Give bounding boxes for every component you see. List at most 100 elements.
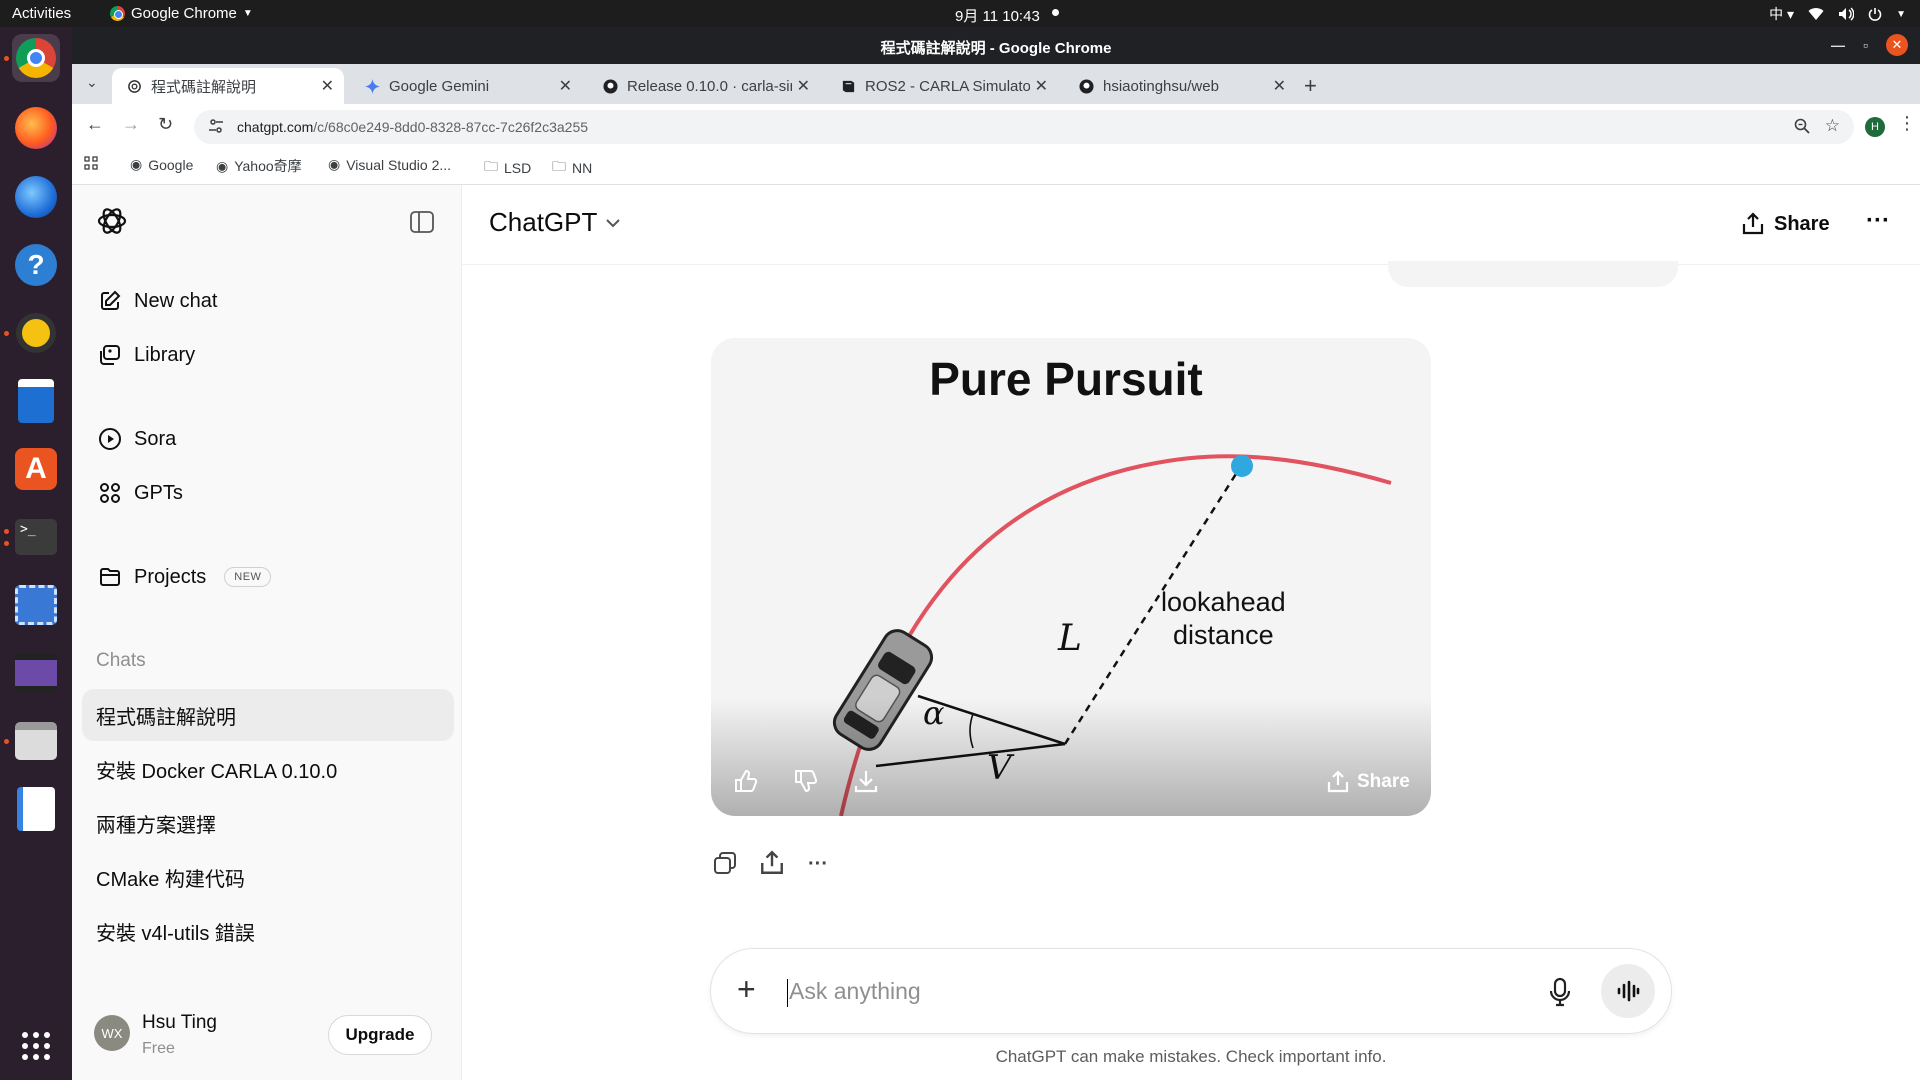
url-text: chatgpt.com/c/68c0e249-8dd0-8328-87cc-7c… (237, 119, 589, 135)
screenshot-dock-icon[interactable] (12, 581, 60, 629)
target-point (1231, 455, 1253, 477)
tab-release[interactable]: Release 0.10.0 · carla-sim ✕ (588, 68, 820, 104)
tab-github-web[interactable]: hsiaotinghsu/web ✕ (1064, 68, 1296, 104)
chat-item[interactable]: CMake 构建代码 (82, 851, 454, 903)
projects-button[interactable]: Projects NEW (98, 565, 272, 589)
running-indicator (4, 541, 9, 546)
library-button[interactable]: Library (98, 343, 195, 367)
browser-menu-icon[interactable]: ⋮ (1898, 113, 1916, 134)
scrollbar[interactable] (1910, 277, 1920, 1077)
close-tab-icon[interactable]: ✕ (1035, 76, 1048, 96)
sora-button[interactable]: Sora (98, 427, 176, 451)
writer-dock-icon[interactable] (12, 377, 60, 425)
chat-item-selected[interactable]: 程式碼註解說明 (82, 689, 454, 741)
forward-icon[interactable]: → (122, 114, 140, 135)
openai-icon (126, 78, 142, 94)
new-tab-button[interactable]: + (1304, 73, 1317, 99)
chat-item[interactable]: 安裝 Docker CARLA 0.10.0 (82, 743, 454, 795)
folder-icon (100, 568, 120, 586)
book-icon (840, 78, 856, 94)
tab-search-icon[interactable]: ⌄ (86, 74, 98, 91)
chat-item[interactable]: 兩種方案選擇 (82, 797, 454, 849)
app-menu[interactable]: Google Chrome ▼ (110, 5, 253, 22)
thunderbird-dock-icon[interactable] (12, 173, 60, 221)
bookmark-visual-studio[interactable]: ◉ Visual Studio 2... (328, 156, 451, 173)
apps-icon[interactable] (84, 156, 98, 170)
copy-icon[interactable] (712, 850, 738, 876)
bookmark-yahoo[interactable]: ◉ Yahoo奇摩 (216, 156, 302, 176)
waveform-icon (1617, 980, 1640, 1002)
microphone-icon[interactable] (1549, 977, 1571, 1012)
tab-gemini[interactable]: Google Gemini ✕ (350, 68, 582, 104)
chat-sidebar: New chat Library Sora GPTs Projects NEW … (72, 185, 462, 1080)
share-message-icon[interactable] (760, 850, 784, 876)
files-dock-icon[interactable] (12, 717, 60, 765)
image-share-button[interactable]: Share (1327, 770, 1410, 794)
app-center-dock-icon[interactable]: A (12, 445, 60, 493)
new-chat-button[interactable]: New chat (98, 289, 217, 313)
close-window-icon[interactable]: ✕ (1886, 34, 1908, 56)
help-dock-icon[interactable]: ? (12, 241, 60, 289)
close-tab-icon[interactable]: ✕ (797, 76, 810, 96)
address-bar[interactable]: chatgpt.com/c/68c0e249-8dd0-8328-87cc-7c… (194, 110, 1854, 144)
previous-message-bubble (1388, 261, 1678, 287)
back-icon[interactable]: ← (86, 114, 104, 135)
globe-icon: ◉ (216, 157, 229, 174)
close-tab-icon[interactable]: ✕ (321, 76, 334, 96)
video-dock-icon[interactable] (12, 649, 60, 697)
chat-header: ChatGPT Share ··· (462, 185, 1920, 265)
gemini-icon (364, 78, 380, 94)
bookmark-google[interactable]: ◉ Google (130, 156, 193, 173)
power-icon (1868, 8, 1882, 21)
bookmark-folder-nn[interactable]: 🗀 NN (552, 156, 592, 180)
add-attachment-icon[interactable]: + (737, 971, 756, 1008)
play-circle-icon (99, 428, 121, 450)
text-editor-dock-icon[interactable] (12, 785, 60, 833)
thumbs-up-icon[interactable] (733, 768, 759, 799)
window-title: 程式碼註解說明 - Google Chrome (880, 40, 1112, 57)
reload-icon[interactable]: ↻ (158, 114, 173, 135)
download-icon[interactable] (853, 768, 879, 799)
system-tray[interactable]: 中 ▾ ▼ (1769, 4, 1906, 24)
input-method-indicator[interactable]: 中 ▾ (1769, 4, 1794, 24)
model-selector[interactable]: ChatGPT (489, 207, 621, 238)
thumbs-down-icon[interactable] (793, 768, 819, 799)
folder-icon: 🗀 (552, 158, 566, 174)
notification-dot (1052, 9, 1059, 16)
chrome-dock-icon[interactable] (12, 34, 60, 82)
toggle-sidebar-icon[interactable] (410, 211, 434, 238)
message-composer[interactable]: + Ask anything (710, 948, 1672, 1034)
rhythmbox-dock-icon[interactable] (12, 309, 60, 357)
clock[interactable]: 9月 11 10:43 (955, 5, 1040, 26)
tab-chatgpt[interactable]: 程式碼註解說明 ✕ (112, 68, 344, 104)
voice-mode-button[interactable] (1601, 964, 1655, 1018)
firefox-dock-icon[interactable] (12, 104, 60, 152)
maximize-icon[interactable]: ▫ (1863, 37, 1868, 53)
ubuntu-dock: ? A >_ (0, 27, 72, 1080)
upgrade-button[interactable]: Upgrade (328, 1015, 432, 1055)
gpts-button[interactable]: GPTs (98, 481, 183, 505)
bookmark-star-icon[interactable]: ☆ (1825, 116, 1840, 136)
tab-ros2[interactable]: ROS2 - CARLA Simulator ✕ (826, 68, 1058, 104)
message-input[interactable]: Ask anything (789, 978, 921, 1005)
activities-button[interactable]: Activities (12, 5, 71, 22)
tab-strip: ⌄ 程式碼註解說明 ✕ Google Gemini ✕ Release 0.10… (72, 64, 1920, 104)
chat-item[interactable]: 安裝 v4l-utils 錯誤 (82, 905, 454, 957)
zoom-icon[interactable] (1794, 118, 1810, 139)
profile-avatar[interactable]: H (1865, 117, 1885, 137)
minimize-icon[interactable]: — (1831, 37, 1845, 53)
more-actions-icon[interactable]: ··· (808, 853, 828, 876)
more-options-icon[interactable]: ··· (1866, 207, 1890, 235)
show-apps-icon[interactable] (12, 1022, 60, 1070)
close-tab-icon[interactable]: ✕ (1273, 76, 1286, 96)
generated-image[interactable]: Pure Pursuit lookahead distance L α V Sh… (711, 338, 1431, 816)
tab-label: Release 0.10.0 · carla-sim (627, 77, 792, 95)
terminal-dock-icon[interactable]: >_ (12, 513, 60, 561)
close-tab-icon[interactable]: ✕ (559, 76, 572, 96)
user-avatar[interactable]: WX (94, 1015, 130, 1051)
share-button[interactable]: Share (1742, 212, 1830, 236)
openai-logo-icon[interactable] (96, 205, 128, 242)
site-settings-icon[interactable] (208, 118, 224, 139)
user-name[interactable]: Hsu Ting (142, 1012, 217, 1034)
bookmark-folder-lsd[interactable]: 🗀 LSD (484, 156, 531, 180)
